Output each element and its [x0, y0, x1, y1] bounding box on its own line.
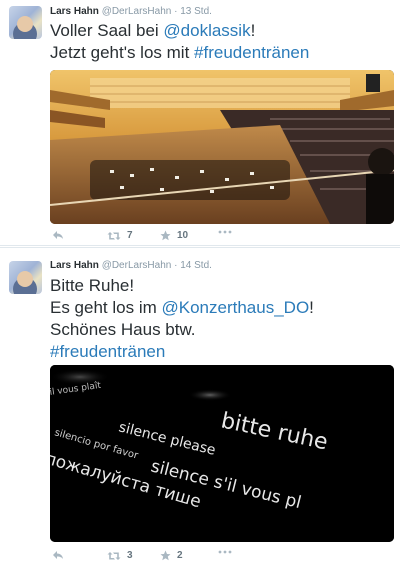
tweet-photo-concert-hall[interactable]: [50, 70, 394, 224]
hashtag-link[interactable]: #freudentränen: [50, 342, 165, 361]
more-icon: [218, 230, 232, 234]
tweet-header: Lars Hahn @DerLarsHahn · 14 Std.: [50, 260, 212, 271]
retweet-button[interactable]: 3: [107, 550, 133, 561]
concert-hall-photo: [50, 70, 394, 224]
tweet-text-segment: Schönes Haus btw.: [50, 320, 196, 339]
tweet-text: Voller Saal bei @doklassik! Jetzt geht's …: [50, 20, 309, 64]
tweet-text-segment: Jetzt geht's los mit: [50, 43, 195, 62]
author-name[interactable]: Lars Hahn: [50, 6, 99, 17]
timestamp[interactable]: 13 Std.: [180, 6, 212, 17]
author-handle[interactable]: @DerLarsHahn: [102, 260, 172, 271]
tweet-text-line: Jetzt geht's los mit #freudentränen: [50, 42, 309, 64]
tweet-text-segment: Es geht los im: [50, 298, 162, 317]
reply-button[interactable]: [52, 230, 64, 240]
favorite-count: 10: [177, 230, 189, 241]
mention-link[interactable]: @Konzerthaus_DO: [162, 298, 310, 317]
retweet-count: 7: [127, 230, 133, 241]
separator: ·: [174, 6, 178, 17]
retweet-icon: [107, 551, 121, 560]
timestamp[interactable]: 14 Std.: [180, 260, 212, 271]
more-button[interactable]: [218, 230, 232, 234]
mention-link[interactable]: @doklassik: [163, 21, 250, 40]
favorite-icon: [160, 230, 171, 241]
reply-icon: [53, 551, 63, 559]
tweet-actions: 7 10: [50, 230, 350, 246]
tweet-text-line: Schönes Haus btw.: [50, 319, 314, 341]
favorite-button[interactable]: 2: [160, 550, 183, 561]
tweet-text: Bitte Ruhe! Es geht los im @Konzerthaus_D…: [50, 275, 314, 363]
more-button[interactable]: [218, 550, 232, 554]
tweet[interactable]: Lars Hahn @DerLarsHahn · 14 Std. Bitte R…: [0, 247, 400, 573]
tweet-text-line: #freudentränen: [50, 341, 314, 363]
retweet-count: 3: [127, 550, 133, 561]
tweet-text-line: Es geht los im @Konzerthaus_DO!: [50, 297, 314, 319]
author-name[interactable]: Lars Hahn: [50, 260, 99, 271]
reply-button[interactable]: [52, 550, 64, 560]
retweet-button[interactable]: 7: [107, 230, 133, 241]
tweet-text-segment: Voller Saal bei: [50, 21, 164, 40]
tweet-photo-silence-signs[interactable]: il vous plaît bitte ruhe silence please …: [50, 365, 394, 542]
tweet-header: Lars Hahn @DerLarsHahn · 13 Std.: [50, 6, 212, 17]
tweet[interactable]: Lars Hahn @DerLarsHahn · 13 Std. Voller …: [0, 0, 400, 246]
tweet-text-segment: !: [309, 298, 314, 317]
favorite-icon: [160, 550, 171, 561]
avatar[interactable]: [9, 261, 42, 294]
favorite-button[interactable]: 10: [160, 230, 188, 241]
tweet-text-segment: Bitte Ruhe!: [50, 276, 135, 295]
favorite-count: 2: [177, 550, 183, 561]
tweet-text-line: Bitte Ruhe!: [50, 275, 314, 297]
tweet-actions: 3 2: [50, 550, 350, 566]
more-icon: [218, 550, 232, 554]
tweet-text-line: Voller Saal bei @doklassik!: [50, 20, 309, 42]
tweet-text-segment: !: [250, 21, 256, 40]
hashtag-link[interactable]: #freudentränen: [194, 43, 309, 62]
silence-photo: il vous plaît bitte ruhe silence please …: [50, 365, 394, 542]
avatar[interactable]: [9, 6, 42, 39]
separator: ·: [174, 260, 178, 271]
reply-icon: [53, 231, 63, 239]
retweet-icon: [107, 231, 121, 240]
author-handle[interactable]: @DerLarsHahn: [102, 6, 172, 17]
